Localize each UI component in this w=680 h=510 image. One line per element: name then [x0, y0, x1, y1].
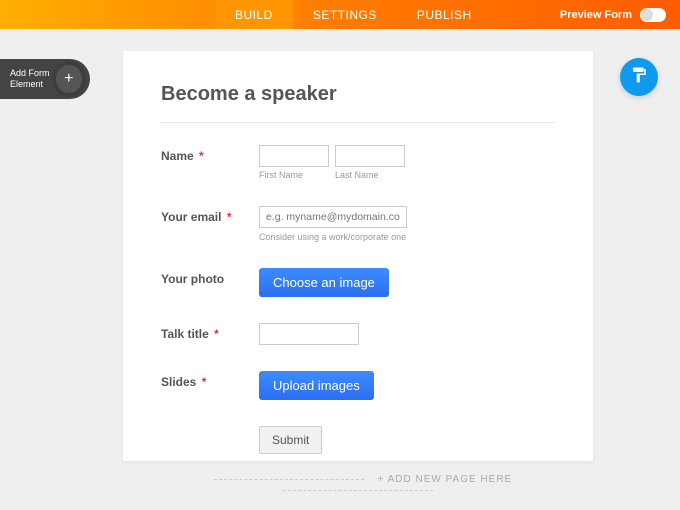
talk-title-input[interactable]	[259, 323, 359, 345]
field-submit: Submit	[161, 426, 555, 454]
name-label-text: Name	[161, 149, 194, 163]
tab-build[interactable]: BUILD	[215, 0, 293, 29]
field-slides: Slides * Upload images	[161, 371, 555, 400]
slides-label-text: Slides	[161, 375, 196, 389]
required-mark: *	[214, 327, 219, 341]
required-mark: *	[202, 375, 207, 389]
slides-label: Slides *	[161, 371, 259, 400]
submit-button[interactable]: Submit	[259, 426, 322, 454]
choose-image-button[interactable]: Choose an image	[259, 268, 389, 297]
plus-icon: +	[56, 65, 82, 93]
tabs: BUILD SETTINGS PUBLISH	[215, 0, 492, 29]
first-name-input[interactable]	[259, 145, 329, 167]
topbar: BUILD SETTINGS PUBLISH Preview Form	[0, 0, 680, 29]
first-name-sublabel: First Name	[259, 170, 329, 180]
email-input[interactable]	[259, 206, 407, 228]
form-canvas: Become a speaker Name * First Name Last …	[123, 51, 593, 461]
add-form-element-label: Add Form Element	[10, 68, 52, 90]
add-form-element-button[interactable]: Add Form Element +	[0, 59, 90, 99]
form-designer-button[interactable]	[620, 58, 658, 96]
preview-form-control: Preview Form	[560, 0, 680, 29]
preview-toggle[interactable]	[640, 8, 666, 22]
upload-images-button[interactable]: Upload images	[259, 371, 374, 400]
email-hint: Consider using a work/corporate one	[259, 232, 555, 242]
photo-label: Your photo	[161, 268, 259, 297]
field-email: Your email * Consider using a work/corpo…	[161, 206, 555, 242]
topbar-spacer	[492, 0, 560, 29]
field-talk-title: Talk title *	[161, 323, 555, 345]
talk-title-label: Talk title *	[161, 323, 259, 345]
tab-settings[interactable]: SETTINGS	[293, 0, 397, 29]
name-label: Name *	[161, 145, 259, 180]
submit-spacer	[161, 426, 259, 454]
preview-label: Preview Form	[560, 9, 632, 21]
divider	[161, 122, 555, 123]
last-name-input[interactable]	[335, 145, 405, 167]
required-mark: *	[227, 210, 232, 224]
required-mark: *	[199, 149, 204, 163]
topbar-spacer-left	[0, 0, 215, 29]
talk-label-text: Talk title	[161, 327, 209, 341]
last-name-sublabel: Last Name	[335, 170, 405, 180]
add-page-label: + ADD NEW PAGE HERE	[378, 474, 513, 485]
form-title: Become a speaker	[161, 83, 555, 106]
paint-roller-icon	[630, 66, 648, 89]
email-label-text: Your email	[161, 210, 221, 224]
add-new-page-button[interactable]: + ADD NEW PAGE HERE	[123, 474, 593, 496]
email-label: Your email *	[161, 206, 259, 242]
tab-publish[interactable]: PUBLISH	[397, 0, 492, 29]
field-photo: Your photo Choose an image	[161, 268, 555, 297]
field-name: Name * First Name Last Name	[161, 145, 555, 180]
